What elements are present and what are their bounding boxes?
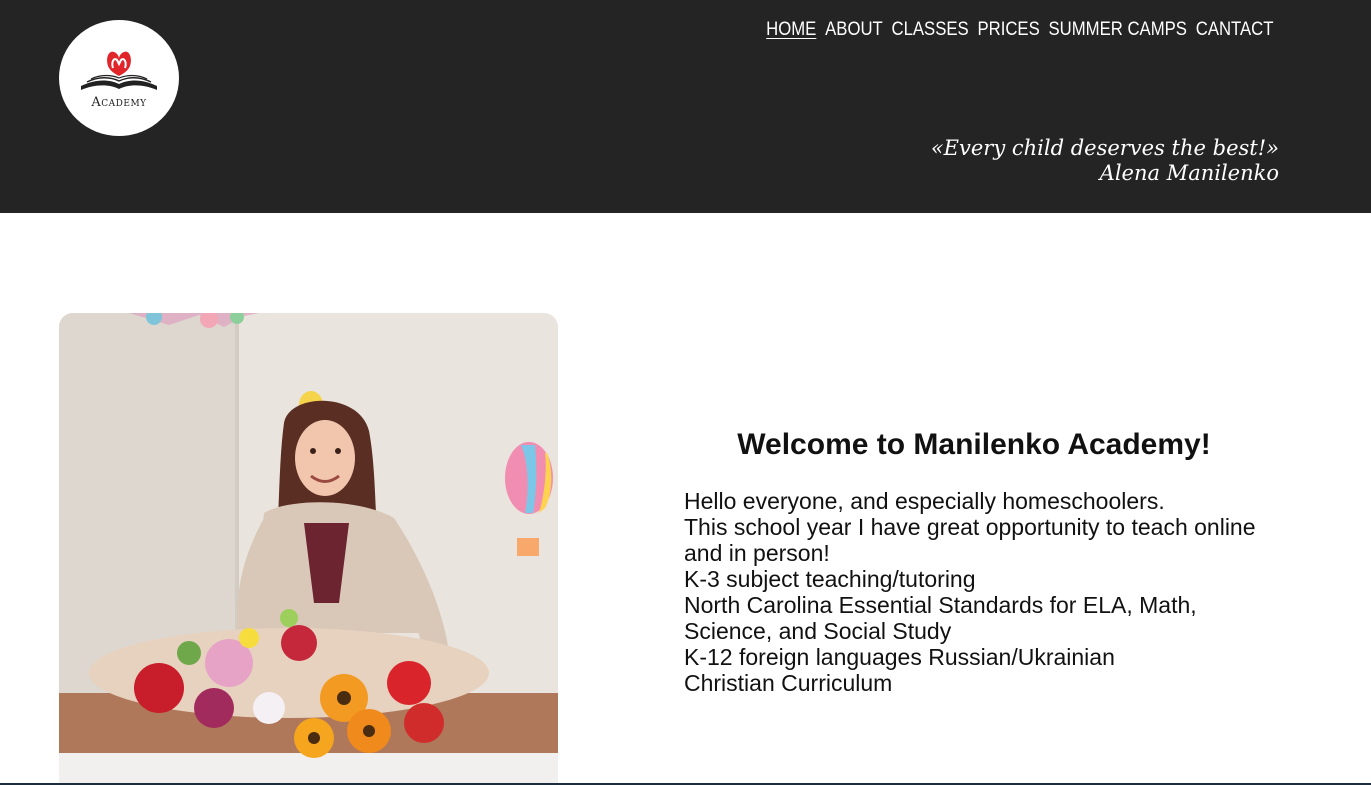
- nav-summer-camps[interactable]: SUMMER CAMPS: [1048, 19, 1186, 41]
- teacher-photo: [59, 313, 558, 785]
- nav-about[interactable]: ABOUT: [825, 19, 883, 41]
- intro-line: K-3 subject teaching/tutoring: [684, 566, 976, 592]
- header-quote: «Every child deserves the best!» Alena M…: [931, 136, 1279, 186]
- page-title: Welcome to Manilenko Academy!: [737, 428, 1211, 461]
- intro-line: K-12 foreign languages Russian/Ukrainian: [684, 644, 1115, 670]
- quote-author: Alena Manilenko: [1099, 161, 1279, 185]
- intro-line: Hello everyone, and especially homeschoo…: [684, 488, 1165, 514]
- intro-line: Christian Curriculum: [684, 670, 893, 696]
- nav-home[interactable]: HOME: [766, 19, 816, 41]
- logo-word: Academy: [91, 95, 147, 110]
- intro-text: Hello everyone, and especially homeschoo…: [684, 488, 1274, 696]
- main-nav: HOME ABOUT CLASSES PRICES SUMMER CAMPS C…: [766, 19, 1273, 41]
- academy-logo[interactable]: Academy: [59, 20, 179, 136]
- nav-prices[interactable]: PRICES: [977, 19, 1039, 41]
- heart-book-icon: [81, 51, 157, 90]
- intro-line: This school year I have great opportunit…: [684, 514, 1256, 566]
- teacher-with-flowers-image: [59, 313, 558, 785]
- nav-classes[interactable]: CLASSES: [891, 19, 968, 41]
- nav-contact[interactable]: CANTACT: [1195, 19, 1273, 41]
- site-header: Academy HOME ABOUT CLASSES PRICES SUMMER…: [0, 0, 1371, 213]
- quote-text: «Every child deserves the best!»: [930, 136, 1279, 160]
- intro-line: North Carolina Essential Standards for E…: [684, 592, 1197, 644]
